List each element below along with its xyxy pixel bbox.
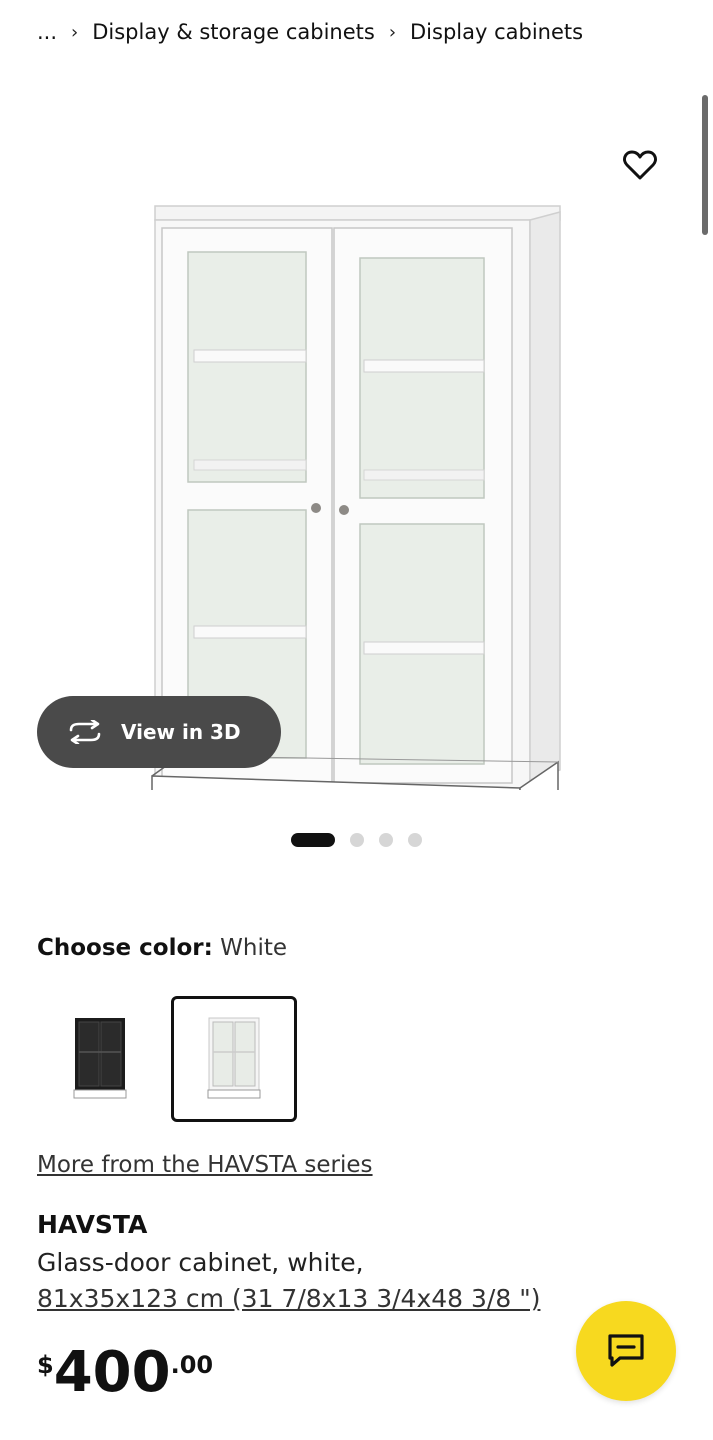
color-swatch-black[interactable] xyxy=(37,996,163,1122)
pagination-dot-4[interactable] xyxy=(408,833,422,847)
chat-button[interactable] xyxy=(576,1301,676,1401)
gallery-pagination xyxy=(291,833,437,847)
color-swatch-white[interactable] xyxy=(171,996,297,1122)
more-from-series-link[interactable]: More from the HAVSTA series xyxy=(37,1152,373,1178)
view-in-3d-button[interactable]: View in 3D xyxy=(37,696,281,768)
price-decimal: .00 xyxy=(170,1351,214,1379)
product-dimensions-link[interactable]: 81x35x123 cm (31 7/8x13 3/4x48 3/8 ") xyxy=(37,1284,540,1313)
breadcrumb-display-cabinets[interactable]: Display cabinets xyxy=(410,20,583,44)
product-price: $400.00 xyxy=(37,1345,213,1401)
breadcrumb-ellipsis[interactable]: ... xyxy=(37,20,57,44)
black-cabinet-thumbnail xyxy=(73,1018,127,1099)
choose-color-key: Choose color: xyxy=(37,935,213,961)
pagination-dot-2[interactable] xyxy=(350,833,364,847)
view-in-3d-label: View in 3D xyxy=(121,720,241,744)
color-chooser-label: Choose color: White xyxy=(37,935,287,961)
image-scrollbar[interactable] xyxy=(702,95,708,235)
chevron-right-icon: › xyxy=(71,21,79,43)
price-currency: $ xyxy=(37,1351,54,1379)
breadcrumb: ... › Display & storage cabinets › Displ… xyxy=(37,14,583,50)
chat-bubble-icon xyxy=(608,1334,644,1367)
chevron-right-icon: › xyxy=(388,21,397,43)
product-name: HAVSTA xyxy=(37,1210,148,1239)
favorite-button[interactable] xyxy=(618,143,662,187)
breadcrumb-display-storage-cabinets[interactable]: Display & storage cabinets xyxy=(92,20,375,44)
white-cabinet-thumbnail xyxy=(207,1017,261,1099)
price-integer: 400 xyxy=(53,1340,171,1405)
product-description: Glass-door cabinet, white, xyxy=(37,1248,364,1277)
pagination-dot-1[interactable] xyxy=(291,833,335,847)
selected-color-value: White xyxy=(220,935,288,961)
pagination-dot-3[interactable] xyxy=(379,833,393,847)
rotate-3d-icon xyxy=(69,720,101,744)
heart-outline-icon xyxy=(623,150,657,180)
